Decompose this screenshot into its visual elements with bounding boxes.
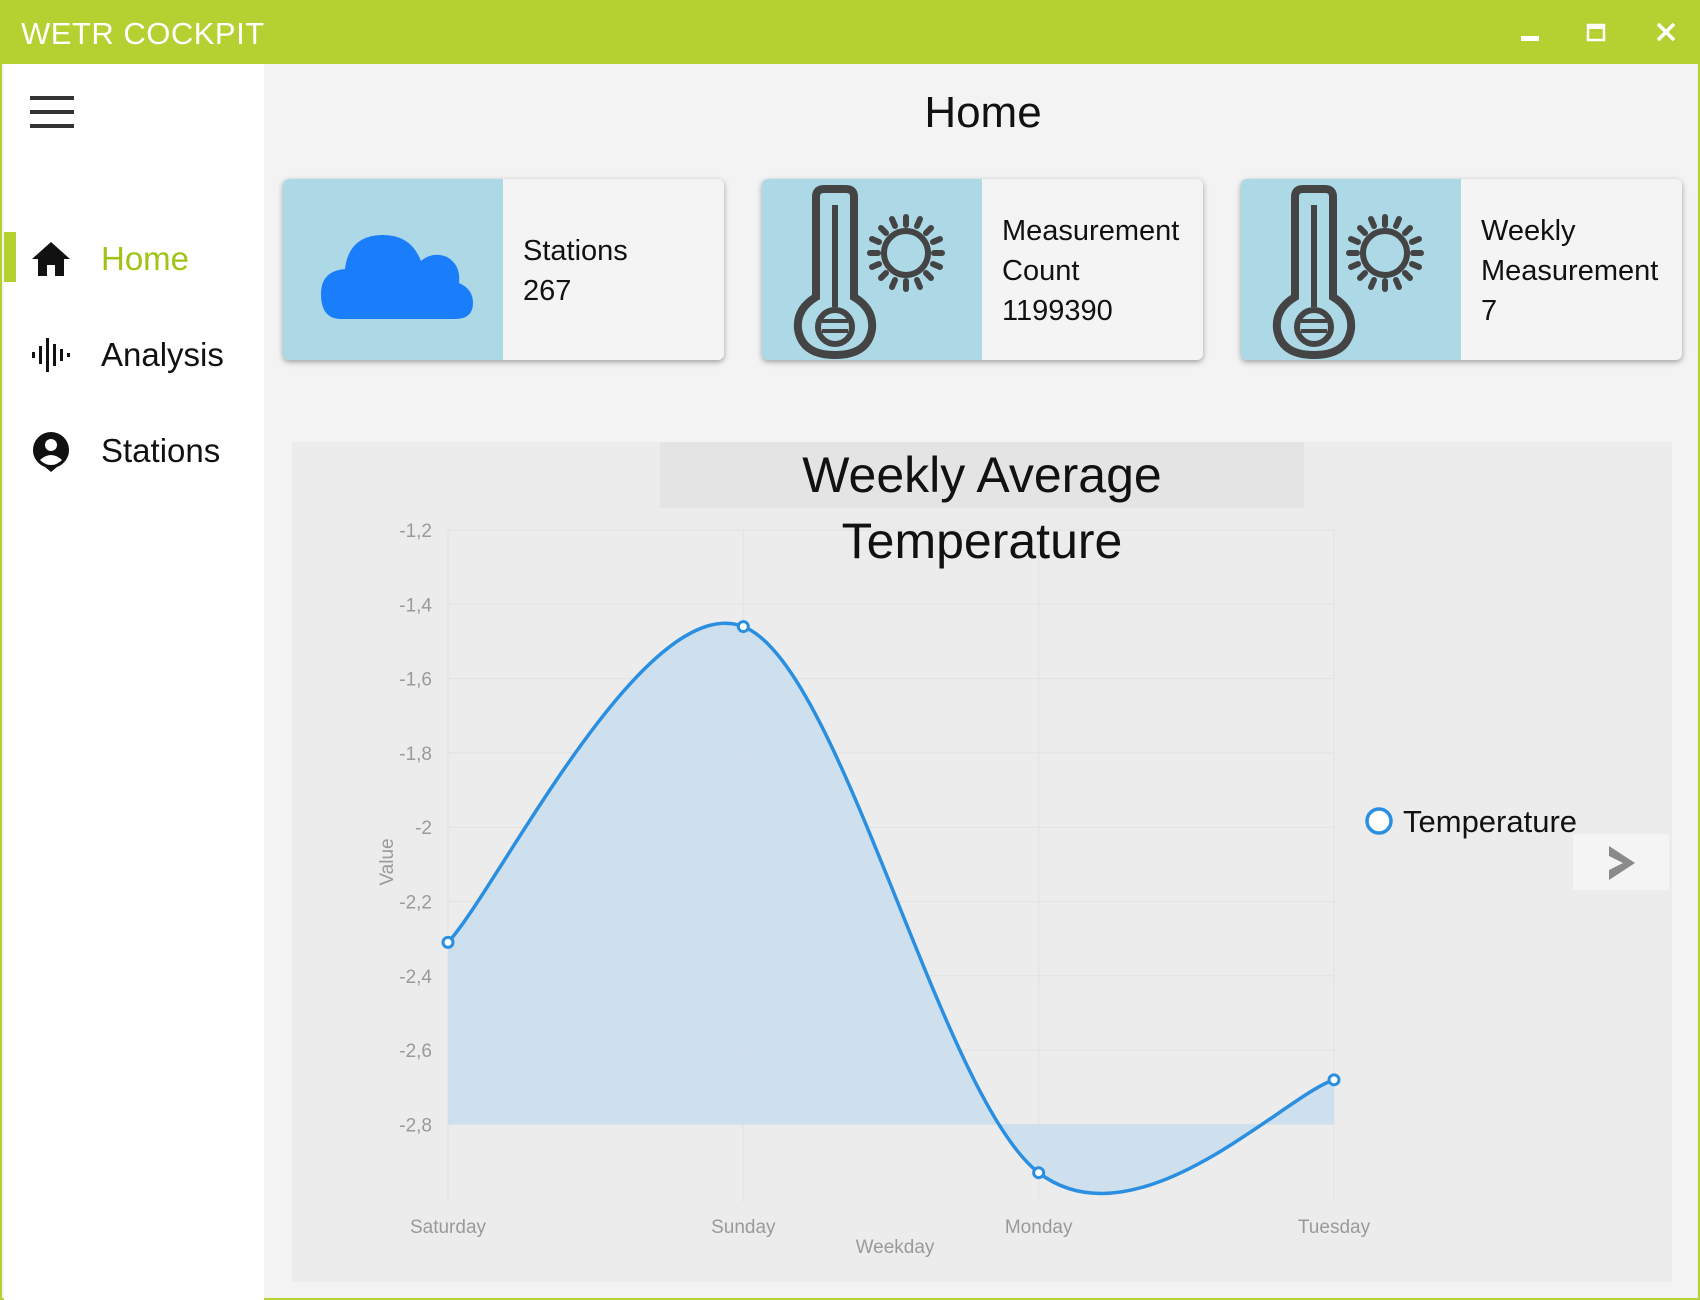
card-label: Measurement [1481,255,1659,287]
maximize-icon [1586,23,1606,42]
maximize-button[interactable] [1574,12,1618,52]
data-point [1032,1166,1046,1180]
x-tick-label: Sunday [711,1217,776,1238]
x-tick-label: Saturday [410,1217,487,1238]
close-icon [1656,22,1676,42]
sidebar-item-analysis[interactable]: Analysis [4,322,264,386]
person-pin-icon [32,432,70,472]
y-tick-label: -2 [415,818,432,839]
x-tick-label: Monday [1005,1217,1073,1238]
title-bar[interactable]: WETR COCKPIT [2,2,1700,64]
y-tick-label: -2,6 [399,1041,432,1062]
sidebar-item-label: Home [101,240,190,277]
active-indicator [4,232,16,282]
thermometer-sun-icon [1272,185,1424,360]
card-label: Measurement [1002,215,1180,247]
y-tick-label: -2,4 [399,967,432,988]
stations-card[interactable]: Stations 267 [283,179,724,360]
y-tick-label: -1,2 [399,521,432,542]
legend-label: Temperature [1403,804,1577,839]
measurement-count-card[interactable]: Measurement Count 1199390 [762,179,1203,360]
hamburger-menu-icon[interactable] [30,96,76,136]
y-axis-title: Value [377,838,398,885]
app-window: WETR COCKPIT Home Analysis Stations Home… [0,0,1700,1300]
chevron-right-icon [1609,846,1635,880]
y-tick-label: -1,4 [399,595,432,616]
page-title: Home [924,88,1042,137]
weekly-measurement-card[interactable]: Weekly Measurement 7 [1241,179,1682,360]
thermometer-sun-icon [793,185,945,360]
card-icon-panel [283,179,503,360]
home-icon [32,242,70,276]
minimize-icon [1521,36,1539,41]
card-icon-panel [1241,179,1461,360]
y-tick-label: -1,8 [399,744,432,765]
close-button[interactable] [1644,12,1688,52]
data-point [1327,1073,1341,1087]
y-tick-label: -2,8 [399,1115,432,1136]
y-tick-label: -2,2 [399,893,432,914]
data-point [736,620,750,634]
card-icon-panel [762,179,982,360]
card-label: Stations [523,235,628,267]
temperature-area [448,623,1334,1194]
sidebar-item-stations[interactable]: Stations [4,418,264,482]
legend-marker [1365,807,1393,835]
card-label: Weekly [1481,215,1576,247]
sidebar-item-label: Analysis [101,336,224,373]
data-point [441,935,455,949]
y-tick-label: -1,6 [399,670,432,691]
x-tick-label: Tuesday [1298,1217,1371,1238]
chart-title: Weekly Average Temperature [660,442,1304,569]
card-value: 1199390 [1002,295,1113,327]
sidebar-item-label: Stations [101,432,221,469]
chart-next-button[interactable] [1573,834,1669,890]
app-title: WETR COCKPIT [21,16,265,51]
card-value: 7 [1481,295,1498,327]
card-label: Count [1002,255,1080,287]
sidebar-item-home[interactable]: Home [4,226,264,290]
waveform-icon [32,338,70,372]
sidebar: Home Analysis Stations [4,64,264,1300]
cloud-icon [321,235,473,319]
x-axis-title: Weekday [856,1237,935,1258]
minimize-button[interactable] [1508,12,1552,52]
card-value: 267 [523,275,572,307]
